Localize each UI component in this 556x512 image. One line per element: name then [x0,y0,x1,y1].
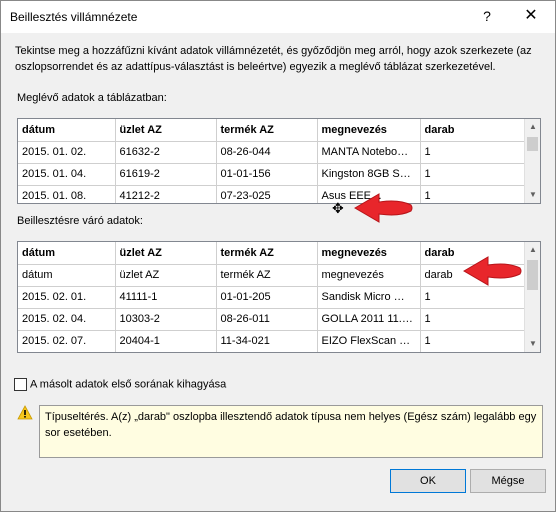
table-cell: 1 [420,185,526,203]
table-cell: Sandisk Micro … [317,286,421,309]
table-cell: 01-01-205 [216,286,318,309]
table-cell: 2015. 01. 08. [18,185,116,203]
paste-preview-dialog: Beillesztés villámnézete ? ✕ Tekintse me… [0,0,556,512]
column-header[interactable]: darab [420,119,526,142]
existing-data-label: Meglévő adatok a táblázatban: [17,92,167,104]
scroll-thumb[interactable] [527,137,538,151]
table-row: 2015. 01. 08. 41212-2 07-23-025 Asus EEE… [18,185,526,203]
table-cell: 41111-1 [115,286,217,309]
table-cell: 20404-1 [115,330,217,352]
table-cell: 2015. 01. 04. [18,163,116,186]
column-header[interactable]: megnevezés [317,119,421,142]
warning-icon [17,405,33,420]
column-header[interactable]: dátum [18,242,116,265]
description-text: Tekintse meg a hozzáfűzni kívánt adatok … [15,45,532,73]
table-cell: üzlet AZ [115,264,217,287]
vertical-scrollbar[interactable]: ▲ ▼ [524,119,540,203]
table-cell: EIZO FlexScan L… [317,330,421,352]
table-cell: 11-34-021 [216,330,318,352]
dialog-title: Beillesztés villámnézete [10,10,138,24]
scroll-up-icon[interactable]: ▲ [525,119,540,135]
table-cell: 1 [420,163,526,186]
table-cell: 61619-2 [115,163,217,186]
table-cell: 10303-2 [115,308,217,331]
table-row: 2015. 02. 01. 41111-1 01-01-205 Sandisk … [18,286,526,309]
table-cell: dátum [18,264,116,287]
table-cell: 2015. 02. 04. [18,308,116,331]
table-cell: 2015. 02. 07. [18,330,116,352]
column-header[interactable]: üzlet AZ [115,119,217,142]
table-cell: 2015. 02. 01. [18,286,116,309]
paste-data-label: Beillesztésre váró adatok: [17,215,143,227]
table-cell: 1 [420,286,526,309]
existing-data-table: dátum üzlet AZ termék AZ megnevezés dara… [18,119,526,203]
table-header-row: dátum üzlet AZ termék AZ megnevezés dara… [18,242,526,265]
table-cell: 1 [420,141,526,164]
table-cell: 41212-2 [115,185,217,203]
table-row: 2015. 01. 04. 61619-2 01-01-156 Kingston… [18,163,526,186]
table-row: 2015. 01. 02. 61632-2 08-26-044 MANTA No… [18,141,526,164]
help-button[interactable]: ? [465,1,509,31]
table-cell: 08-26-044 [216,141,318,164]
column-header[interactable]: dátum [18,119,116,142]
table-header-row: dátum üzlet AZ termék AZ megnevezés dara… [18,119,526,142]
red-arrow-icon [354,193,413,223]
skip-first-row-checkbox[interactable] [14,378,27,391]
column-header[interactable]: termék AZ [216,242,318,265]
table-cell: Kingston 8GB S… [317,163,421,186]
table-cell: 1 [420,330,526,352]
table-cell: 07-23-025 [216,185,318,203]
existing-data-grid[interactable]: dátum üzlet AZ termék AZ megnevezés dara… [17,118,541,204]
skip-first-row-label: A másolt adatok első sorának kihagyása [30,378,227,391]
table-row: dátum üzlet AZ termék AZ megnevezés dara… [18,264,526,287]
table-cell: 1 [420,308,526,331]
scroll-down-icon[interactable]: ▼ [525,187,540,203]
skip-first-row-option[interactable]: A másolt adatok első sorának kihagyása [14,378,226,391]
table-cell: 01-01-156 [216,163,318,186]
table-cell: 61632-2 [115,141,217,164]
ok-button[interactable]: OK [390,469,466,493]
title-bar: Beillesztés villámnézete ? ✕ [1,1,555,33]
red-arrow-icon [463,256,522,286]
table-cell: GOLLA 2011 11.… [317,308,421,331]
table-cell: 2015. 01. 02. [18,141,116,164]
scroll-thumb[interactable] [527,260,538,290]
column-header[interactable]: üzlet AZ [115,242,217,265]
scroll-up-icon[interactable]: ▲ [525,242,540,258]
warning-message: Típuseltérés. A(z) „darab" oszlopba ille… [39,405,543,458]
close-button[interactable]: ✕ [509,1,553,31]
table-row: 2015. 02. 04. 10303-2 08-26-011 GOLLA 20… [18,308,526,331]
table-row: 2015. 02. 07. 20404-1 11-34-021 EIZO Fle… [18,330,526,352]
column-header[interactable]: termék AZ [216,119,318,142]
column-header[interactable]: megnevezés [317,242,421,265]
move-cursor-icon: ✥ [332,200,344,216]
paste-data-table: dátum üzlet AZ termék AZ megnevezés dara… [18,242,526,352]
table-cell: 08-26-011 [216,308,318,331]
table-cell: termék AZ [216,264,318,287]
vertical-scrollbar[interactable]: ▲ ▼ [524,242,540,352]
scroll-down-icon[interactable]: ▼ [525,336,540,352]
cancel-button[interactable]: Mégse [470,469,546,493]
table-cell: MANTA Notebo… [317,141,421,164]
table-cell: megnevezés [317,264,421,287]
